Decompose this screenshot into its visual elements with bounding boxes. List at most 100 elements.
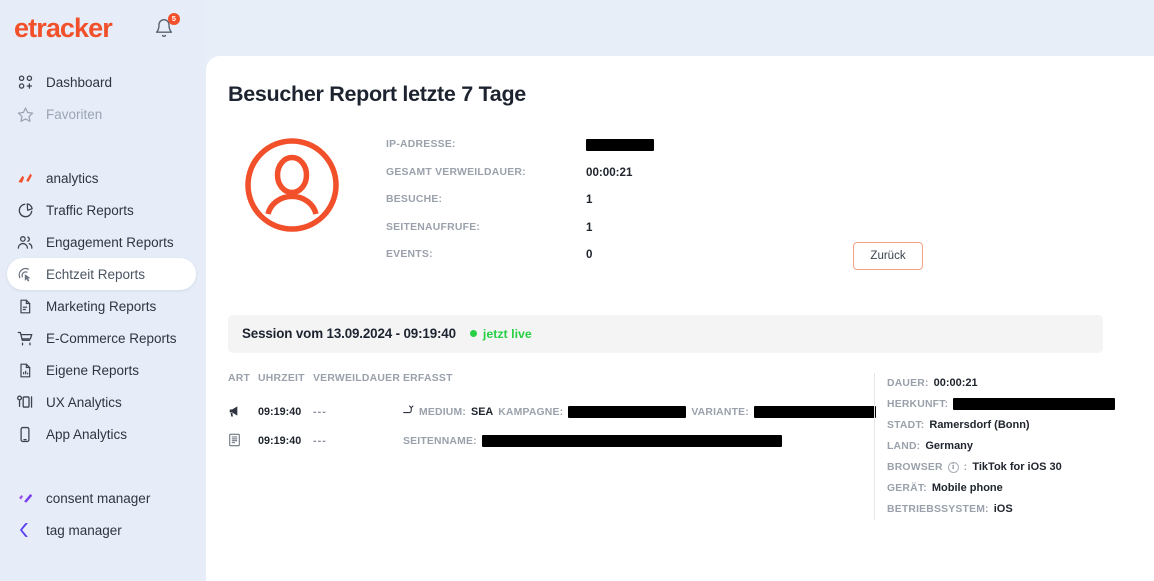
sidebar-item-label: consent manager	[46, 491, 150, 506]
sidebar-item-ecommerce-reports[interactable]: E-Commerce Reports	[7, 322, 196, 354]
row-dwell: ---	[313, 435, 403, 447]
info-row: LAND: Germany	[887, 436, 1115, 457]
info-key: STADT:	[887, 420, 924, 431]
page-icon	[228, 433, 241, 450]
info-key: DAUER:	[887, 378, 929, 389]
row-time: 09:19:40	[258, 406, 313, 418]
sidebar-item-eigene-reports[interactable]: Eigene Reports	[7, 354, 196, 386]
header-art: ART	[228, 373, 258, 384]
live-label: jetzt live	[483, 327, 532, 341]
arrow-icon	[403, 405, 414, 419]
redacted-bar	[953, 398, 1115, 410]
sidebar-item-label: tag manager	[46, 523, 122, 538]
cart-icon	[16, 329, 34, 347]
sidebar-item-label: Traffic Reports	[46, 203, 134, 218]
sidebar-item-dashboard[interactable]: Dashboard	[7, 66, 196, 98]
summary-value: 00:00:21	[586, 166, 632, 179]
sidebar-item-echtzeit-reports[interactable]: Echtzeit Reports	[7, 258, 196, 290]
visitor-avatar-icon	[242, 135, 342, 235]
sidebar-item-label: analytics	[46, 171, 99, 186]
info-row: DAUER: 00:00:21	[887, 373, 1115, 394]
sidebar-item-app-analytics[interactable]: App Analytics	[7, 418, 196, 450]
summary-row: EVENTS: 0	[386, 241, 654, 269]
sidebar-item-analytics[interactable]: analytics	[7, 162, 196, 194]
sidebar-item-label: Marketing Reports	[46, 299, 156, 314]
visitor-summary: IP-ADRESSE: GESAMT VERWEILDAUER: 00:00:2…	[206, 129, 1154, 269]
nav-group-primary: Dashboard Favoriten	[0, 66, 206, 130]
live-status: jetzt live	[470, 327, 532, 341]
session-title: Session vom 13.09.2024 - 09:19:40	[242, 326, 456, 341]
pie-chart-icon	[16, 201, 34, 219]
summary-row: GESAMT VERWEILDAUER: 00:00:21	[386, 159, 654, 187]
sidebar-nav: Dashboard Favoriten	[0, 56, 206, 546]
row-type	[228, 404, 258, 421]
info-key: BROWSER	[887, 462, 943, 473]
layout-icon	[16, 393, 34, 411]
sidebar-item-ux-analytics[interactable]: UX Analytics	[7, 386, 196, 418]
report-icon	[16, 361, 34, 379]
nav-divider-space	[0, 140, 206, 162]
sidebar-item-label: Echtzeit Reports	[46, 267, 145, 282]
etracker-logo[interactable]: etracker	[14, 15, 112, 42]
table-row[interactable]: 09:19:40 --- SEITENNAME:	[228, 427, 868, 456]
session-details: ART UHRZEIT VERWEILDAUER ERFASST	[206, 373, 1154, 520]
nav-group-tools: consent manager tag manager	[0, 482, 206, 546]
nav-group-analytics: analytics Traffic Reports	[0, 162, 206, 450]
sidebar-item-marketing-reports[interactable]: Marketing Reports	[7, 290, 196, 322]
info-key: BETRIEBSSYSTEM:	[887, 504, 989, 515]
analytics-icon	[16, 169, 34, 187]
megaphone-icon	[228, 404, 242, 421]
sidebar-item-label: Eigene Reports	[46, 363, 139, 378]
info-key: HERKUNFT:	[887, 399, 948, 410]
sidebar-item-favoriten[interactable]: Favoriten	[7, 98, 196, 130]
document-icon	[16, 297, 34, 315]
visitor-summary-table: IP-ADRESSE: GESAMT VERWEILDAUER: 00:00:2…	[386, 131, 654, 269]
info-value: iOS	[994, 503, 1013, 515]
info-separator: :	[964, 462, 968, 473]
header-uhrzeit: UHRZEIT	[258, 373, 313, 384]
info-value: Mobile phone	[932, 482, 1003, 494]
brand-row: etracker 5	[0, 0, 206, 56]
summary-value: 0	[586, 248, 592, 261]
row-type	[228, 433, 258, 450]
sidebar-item-label: App Analytics	[46, 427, 127, 442]
info-row: BROWSER i : TikTok for iOS 30	[887, 457, 1115, 478]
session-banner: Session vom 13.09.2024 - 09:19:40 jetzt …	[228, 315, 1103, 353]
sidebar-item-label: E-Commerce Reports	[46, 331, 177, 346]
summary-label: EVENTS:	[386, 249, 586, 260]
sidebar-item-label: Dashboard	[46, 75, 112, 90]
header-erfasst: ERFASST	[403, 373, 868, 384]
visit-info-panel: DAUER: 00:00:21 HERKUNFT: STADT: Ramersd…	[874, 373, 1115, 520]
captured-key: VARIANTE:	[691, 407, 749, 418]
info-value: 00:00:21	[934, 377, 978, 389]
analytics-glyph	[17, 171, 34, 186]
summary-value: 1	[586, 193, 592, 206]
sidebar-item-tag-manager[interactable]: tag manager	[7, 514, 196, 546]
captured-key: KAMPAGNE:	[498, 407, 563, 418]
redacted-bar	[482, 435, 782, 447]
redacted-bar	[586, 139, 654, 151]
summary-row: SEITENAUFRUFE: 1	[386, 214, 654, 242]
users-icon	[16, 233, 34, 251]
sidebar-item-traffic-reports[interactable]: Traffic Reports	[7, 194, 196, 226]
info-key: GERÄT:	[887, 483, 927, 494]
nav-divider-space-2	[0, 460, 206, 482]
header-verweildauer: VERWEILDAUER	[313, 373, 403, 384]
sidebar-item-engagement-reports[interactable]: Engagement Reports	[7, 226, 196, 258]
star-icon	[16, 105, 34, 123]
table-row[interactable]: 09:19:40 --- MEDIUM: SEA KAMPAGNE:	[228, 398, 868, 427]
row-dwell: ---	[313, 406, 403, 418]
consent-glyph	[17, 491, 34, 506]
mobile-icon	[16, 425, 34, 443]
summary-label: GESAMT VERWEILDAUER:	[386, 167, 586, 178]
info-row: STADT: Ramersdorf (Bonn)	[887, 415, 1115, 436]
redacted-bar	[568, 406, 686, 418]
live-dot-icon	[470, 330, 477, 337]
notifications-button[interactable]: 5	[152, 16, 176, 40]
sidebar-item-consent-manager[interactable]: consent manager	[7, 482, 196, 514]
notification-badge: 5	[168, 13, 180, 25]
info-key: LAND:	[887, 441, 920, 452]
back-button[interactable]: Zurück	[853, 242, 923, 270]
info-tooltip-icon[interactable]: i	[948, 462, 959, 473]
info-row: GERÄT: Mobile phone	[887, 478, 1115, 499]
